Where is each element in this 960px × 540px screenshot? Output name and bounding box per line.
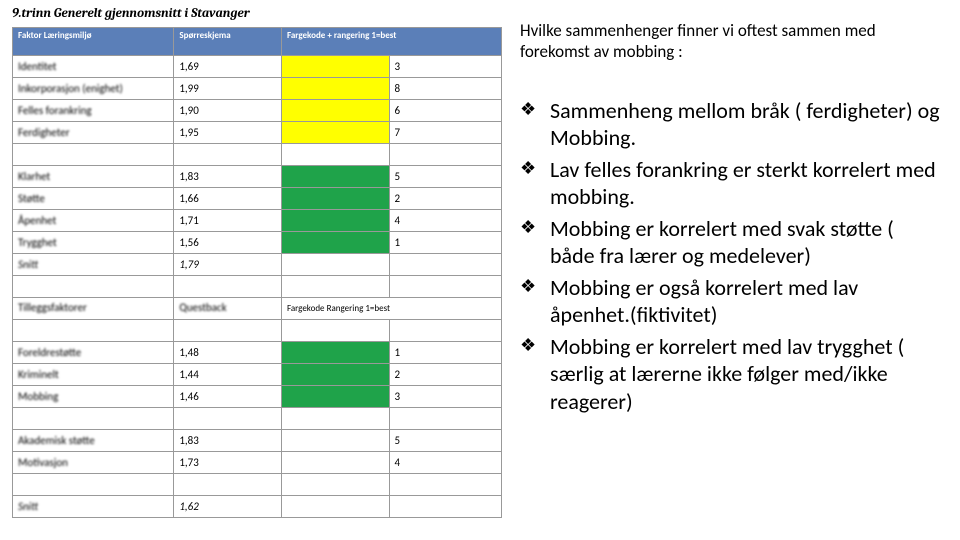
intro-text: Hvilke sammenhenger finner vi oftest sam… [520,20,940,63]
color-cell [281,210,389,232]
list-item: Mobbing er også korrelert med lav åpenhe… [520,274,940,329]
color-cell [281,364,389,386]
table1-average-row: Snitt 1,79 [13,254,502,276]
list-item: Lav felles forankring er sterkt korreler… [520,156,940,211]
table-row: Åpenhet 1,71 4 [13,210,502,232]
color-cell [281,78,389,100]
table2-header-row: Tilleggsfaktorer Questback Fargekode Ran… [13,298,502,320]
table-row: Trygghet 1,56 1 [13,232,502,254]
table-row: Identitet 1,69 3 [13,56,502,78]
list-item: Mobbing er korrelert med lav trygghet ( … [520,333,940,416]
color-cell [281,188,389,210]
left-panel: 9.trinn Generelt gjennomsnitt i Stavange… [12,6,502,518]
color-cell [281,452,389,474]
color-cell [281,166,389,188]
table-row: Ferdigheter 1,95 7 [13,122,502,144]
table-row: Klarhet 1,83 5 [13,166,502,188]
th-rank: Fargekode + rangering 1=best [281,28,501,56]
th-score: Spørreskjema [174,28,282,56]
table-row: Kriminelt 1,44 2 [13,364,502,386]
color-cell [281,100,389,122]
table-row: Mobbing 1,46 3 [13,386,502,408]
th-faktor: Faktor Læringsmiljø [13,28,174,56]
color-cell [281,430,389,452]
color-cell [281,342,389,364]
table-row: Akademisk støtte 1,83 5 [13,430,502,452]
table-row: Støtte 1,66 2 [13,188,502,210]
list-item: Sammenheng mellom bråk ( ferdigheter) og… [520,97,940,152]
table-row: Motivasjon 1,73 4 [13,452,502,474]
bullet-list: Sammenheng mellom bråk ( ferdigheter) og… [520,97,940,416]
list-item: Mobbing er korrelert med svak støtte ( b… [520,215,940,270]
page-title: 9.trinn Generelt gjennomsnitt i Stavange… [12,6,502,21]
table2-average-row: Snitt 1,62 [13,496,502,518]
color-cell [281,232,389,254]
table-row: Inkorporasjon (enighet) 1,99 8 [13,78,502,100]
color-cell [281,386,389,408]
color-cell [281,122,389,144]
table-row: Foreldrestøtte 1,48 1 [13,342,502,364]
table-row: Felles forankring 1,90 6 [13,100,502,122]
color-cell [281,56,389,78]
table1-header-row: Faktor Læringsmiljø Spørreskjema Fargeko… [13,28,502,56]
right-panel: Hvilke sammenhenger finner vi oftest sam… [520,20,940,419]
data-table: Faktor Læringsmiljø Spørreskjema Fargeko… [12,27,502,518]
